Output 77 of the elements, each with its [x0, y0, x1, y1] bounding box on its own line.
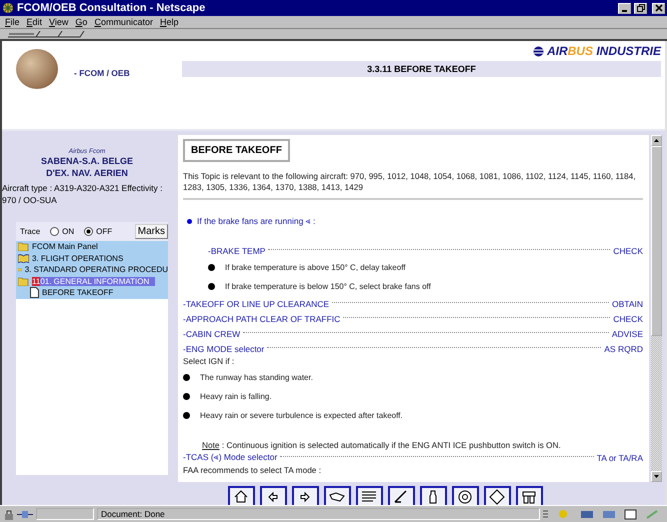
menu-item[interactable]: Communicator — [94, 17, 153, 27]
bullet-text: If brake temperature is above 150° C, delay takeoff — [225, 263, 406, 272]
checklist-item: -BRAKE TEMP — [208, 246, 266, 256]
bullet-icon — [208, 264, 215, 271]
radio-button[interactable] — [84, 227, 94, 236]
bullet-text: Heavy rain is falling. — [200, 392, 272, 401]
bullet-text: The runway has standing water. — [200, 373, 313, 382]
folder-icon — [18, 276, 29, 286]
folder-icon — [18, 265, 22, 274]
trace-label: Trace — [20, 227, 40, 236]
bullet-icon — [183, 374, 190, 381]
target-icon[interactable] — [452, 486, 478, 505]
header-subtitle: - FCOM / OEB — [74, 68, 130, 78]
checklist-action: ADVISE — [612, 328, 643, 338]
checklist-item: -ENG MODE selector — [183, 344, 264, 354]
pen-icon[interactable] — [388, 486, 414, 505]
page-title: 3.3.11 BEFORE TAKEOFF — [182, 61, 661, 77]
checklist-item: -TCAS (⪡) Mode selector — [183, 452, 278, 463]
list-icon[interactable] — [356, 486, 382, 505]
close-button[interactable] — [652, 2, 665, 14]
scroll-down-icon[interactable] — [654, 475, 659, 478]
minimize-button[interactable] — [618, 2, 631, 14]
photo-placeholder — [16, 49, 58, 89]
close-icon — [654, 4, 662, 12]
bullet-icon — [183, 393, 190, 400]
checklist-item: -APPROACH PATH CLEAR OF TRAFFIC — [183, 314, 340, 324]
lock-icon[interactable] — [4, 508, 14, 520]
netscape-logo-icon — [2, 2, 14, 14]
checklist-action: CHECK — [613, 314, 643, 324]
window-title: FCOM/OEB Consultation - Netscape — [17, 2, 206, 14]
radio-label: OFF — [96, 227, 112, 236]
plug-icon[interactable] — [17, 510, 33, 518]
brand-name: AIRBUS INDUSTRIE — [546, 44, 661, 58]
topic-heading: BEFORE TAKEOFF — [183, 139, 290, 162]
restore-icon — [636, 4, 644, 12]
menu-item[interactable]: View — [49, 17, 68, 27]
relevance-text: This Topic is relevant to the following aircraft: 970, 995, 1012, 1048, 1054, 1068, 1081, 1086, 1102, 1124, 1145, 1160, 1184, 1283, 1305, 1336, 1364, 1370, 1388, 1413, 1429 — [183, 171, 643, 200]
home-icon[interactable] — [228, 486, 254, 505]
bullet-text: Heavy rain or severe turbulence is expected after takeoff. — [200, 411, 403, 420]
back-icon[interactable] — [260, 486, 286, 505]
bullet-icon — [187, 219, 192, 224]
tree-item[interactable]: BEFORE TAKEOFF — [16, 287, 168, 298]
checklist-action: TA or TA/RA — [596, 452, 643, 462]
checklist-action: AS RQRD — [604, 344, 643, 354]
bottle-icon[interactable] — [420, 486, 446, 505]
checklist-action: OBTAIN — [612, 298, 643, 308]
menu-item[interactable]: Edit — [26, 17, 42, 27]
note-text: Note : Continuous ignition is selected automatically if the ENG ANTI ICE pushbutton switch is ON. — [201, 440, 562, 450]
restore-button[interactable] — [634, 2, 647, 14]
bullet-icon — [183, 412, 190, 419]
open-book-icon — [18, 254, 29, 263]
scroll-up-icon[interactable] — [654, 139, 659, 142]
scrollbar[interactable] — [651, 135, 662, 482]
status-text: Document: Done — [97, 508, 540, 520]
bullet-text: If brake temperature is below 150° C, select brake fans off — [225, 282, 431, 291]
operator-name: D'EX. NAV. AERIEN — [45, 167, 129, 179]
menu-item[interactable]: Help — [160, 17, 178, 27]
body-text: Select IGN if : — [183, 356, 236, 368]
condition-text: If the brake fans are running ⪡ : — [197, 216, 316, 227]
checklist-action: CHECK — [613, 246, 643, 256]
forward-icon[interactable] — [292, 486, 318, 505]
checklist-item: -CABIN CREW — [183, 328, 240, 338]
body-text: FAA recommends to select TA mode : — [183, 465, 322, 477]
brand-logo-icon — [532, 46, 544, 56]
radio-button[interactable] — [50, 227, 60, 236]
tree-item[interactable]: FCOM Main Panel — [16, 241, 168, 252]
radio-label: ON — [62, 227, 74, 236]
menu-item[interactable]: File — [5, 17, 20, 27]
marks-button[interactable]: Marks — [134, 224, 168, 239]
tree-item[interactable]: 3. FLIGHT OPERATIONS — [16, 252, 168, 264]
bullet-icon — [208, 283, 215, 290]
operator-name: SABENA-S.A. BELGE — [40, 155, 134, 167]
document-icon — [30, 287, 39, 298]
aircraft-info: Aircraft type : A319-A320-A321 Effectivity : 970 / OO-SUA — [2, 182, 164, 206]
menu-item[interactable]: Go — [75, 17, 88, 27]
tree-item[interactable]: 3. STANDARD OPERATING PROCEDU — [16, 264, 168, 276]
checklist-item: -TAKEOFF OR LINE UP CLEARANCE — [183, 298, 330, 308]
